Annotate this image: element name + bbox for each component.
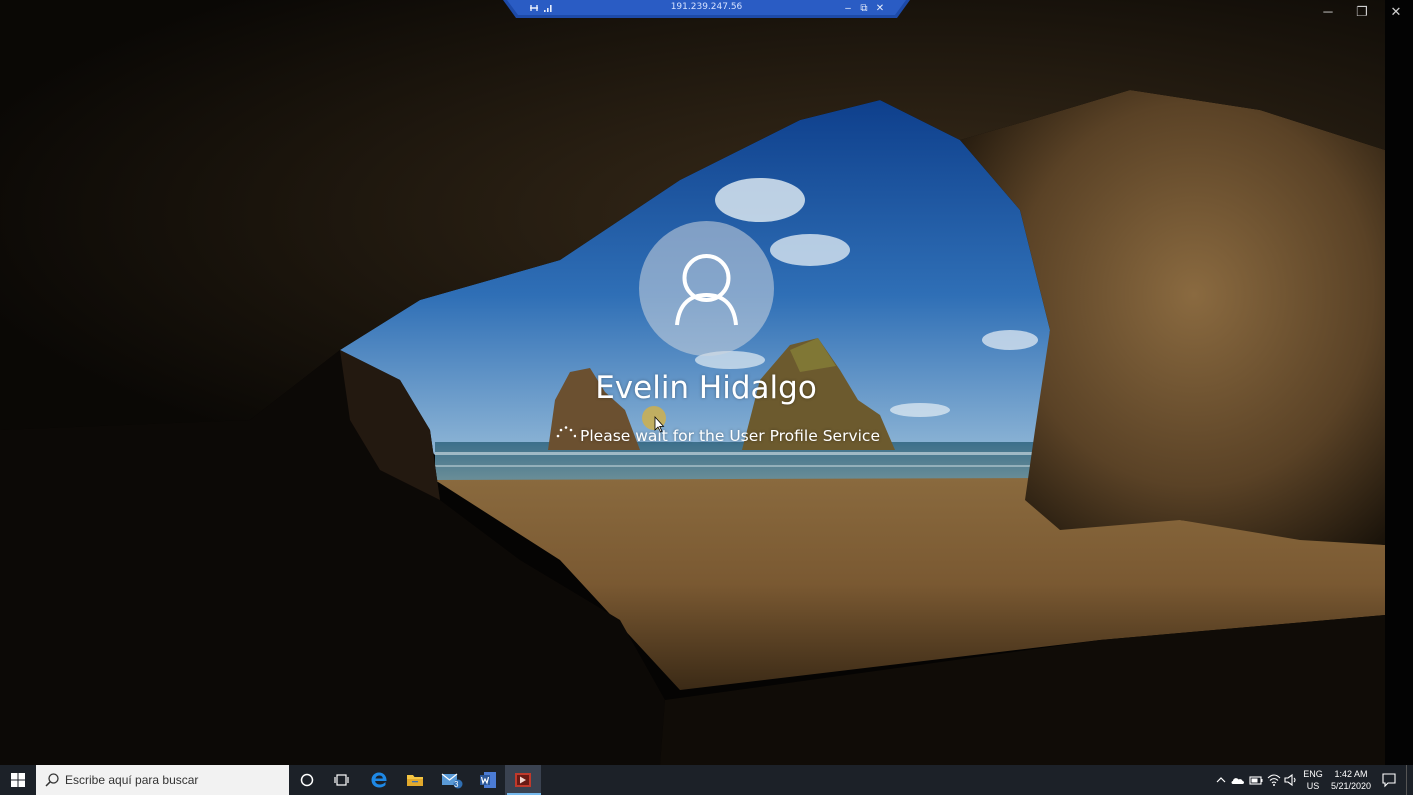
- input-language-indicator[interactable]: ENG US: [1302, 769, 1324, 791]
- remote-desktop-connection-bar: 191.239.247.56 – ⧉ ✕: [503, 0, 910, 19]
- show-hidden-icons-chevron-icon[interactable]: [1213, 772, 1229, 788]
- remote-desktop-icon: [515, 773, 531, 787]
- language-region: US: [1306, 781, 1320, 791]
- wifi-network-icon[interactable]: [1266, 772, 1282, 788]
- word-icon: [480, 772, 496, 788]
- battery-icon[interactable]: [1248, 772, 1264, 788]
- task-view-button[interactable]: [324, 765, 360, 795]
- user-avatar: [639, 221, 774, 356]
- outlook-mail-icon: [441, 773, 463, 789]
- login-status: Please wait for the User Profile Service: [550, 424, 880, 448]
- file-explorer-button[interactable]: [397, 765, 433, 795]
- word-button[interactable]: [470, 765, 506, 795]
- clock-time: 1:42 AM: [1334, 769, 1368, 779]
- search-icon: [45, 773, 59, 787]
- user-name: Evelin Hidalgo: [595, 370, 817, 406]
- taskbar: Escribe aquí para buscar 3 ENG US 1:42 A…: [0, 765, 1413, 795]
- volume-speaker-icon[interactable]: [1283, 772, 1299, 788]
- action-center-notifications-icon[interactable]: [1381, 772, 1397, 788]
- user-avatar-icon: [675, 254, 738, 326]
- onedrive-cloud-icon[interactable]: [1230, 772, 1246, 788]
- remote-desktop-screen: 191.239.247.56 – ⧉ ✕ ─ ❐ ✕ Evelin Hidalg…: [0, 0, 1413, 795]
- show-desktop-button[interactable]: [1406, 765, 1413, 795]
- remote-desktop-button[interactable]: [505, 765, 541, 795]
- cortana-circle-icon: [300, 773, 314, 787]
- rdp-minimize-button[interactable]: –: [841, 1, 855, 16]
- edge-browser-button[interactable]: [361, 765, 397, 795]
- taskbar-search-box[interactable]: Escribe aquí para buscar: [36, 765, 289, 795]
- start-button[interactable]: [0, 765, 36, 795]
- mouse-cursor-icon: [642, 406, 666, 433]
- rdp-restore-button[interactable]: ⧉: [857, 1, 871, 16]
- window-restore-button[interactable]: ❐: [1347, 2, 1377, 22]
- outlook-mail-button[interactable]: 3: [434, 765, 470, 795]
- clock-date: 5/21/2020: [1330, 781, 1372, 791]
- window-minimize-button[interactable]: ─: [1313, 2, 1343, 22]
- cortana-button[interactable]: [289, 765, 325, 795]
- search-placeholder: Escribe aquí para buscar: [65, 773, 199, 787]
- edge-browser-icon: [371, 772, 387, 788]
- loading-spinner-icon: [556, 426, 576, 438]
- task-view-icon: [334, 774, 349, 786]
- system-clock[interactable]: 1:42 AM 5/21/2020: [1328, 769, 1374, 791]
- language-code: ENG: [1303, 769, 1323, 779]
- start-windows-icon: [11, 773, 25, 787]
- window-close-button[interactable]: ✕: [1381, 2, 1411, 22]
- mail-badge-count: 3: [454, 780, 459, 789]
- file-explorer-icon: [407, 775, 423, 786]
- rdp-close-button[interactable]: ✕: [873, 1, 887, 16]
- status-message: Please wait for the User Profile Service: [580, 427, 880, 445]
